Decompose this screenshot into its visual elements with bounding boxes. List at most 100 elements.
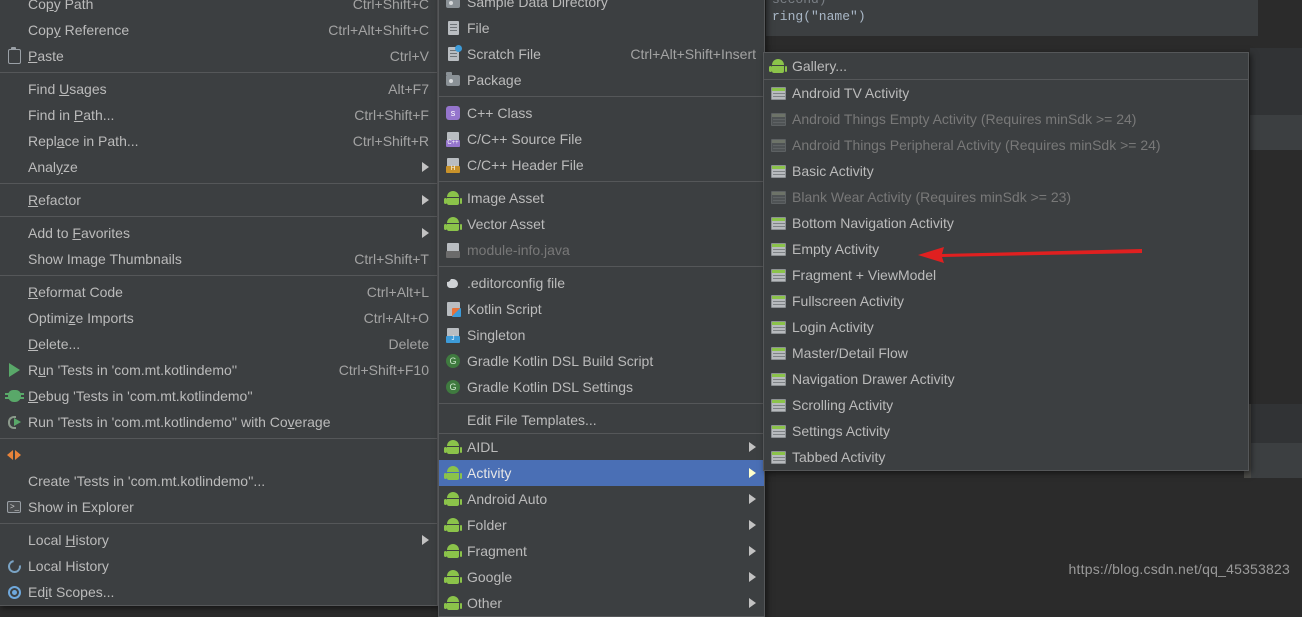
- menu-item-create-tests-config[interactable]: [0, 442, 437, 468]
- menu-item-delete[interactable]: Delete... Delete: [0, 331, 437, 357]
- menu-item-copy-reference[interactable]: Copy Reference Ctrl+Alt+Shift+C: [0, 17, 437, 43]
- menu-item-label: Copy Path: [28, 0, 94, 12]
- menu-item-android-auto[interactable]: Android Auto: [439, 486, 764, 512]
- menu-item-android-things-empty-activity[interactable]: Android Things Empty Activity (Requires …: [764, 106, 1248, 132]
- menu-item-label: Run 'Tests in 'com.mt.kotlindemo'' with …: [28, 414, 331, 430]
- menu-item-refactor[interactable]: Refactor: [0, 187, 437, 213]
- menu-item-show-image-thumbnails[interactable]: Show Image Thumbnails Ctrl+Shift+T: [0, 246, 437, 272]
- menu-item-navigation-drawer-activity[interactable]: Navigation Drawer Activity: [764, 366, 1248, 392]
- menu-item-edit-file-templates[interactable]: Edit File Templates...: [439, 407, 764, 433]
- menu-item-run-with-coverage[interactable]: Run 'Tests in 'com.mt.kotlindemo'' with …: [0, 409, 437, 435]
- background-code-line-1: second): [772, 0, 827, 7]
- menu-item-settings-activity[interactable]: Settings Activity: [764, 418, 1248, 444]
- menu-item-aidl[interactable]: AIDL: [439, 434, 764, 460]
- menu-item-file[interactable]: File: [439, 15, 764, 41]
- menu-item-label: Edit Scopes...: [28, 584, 115, 600]
- menu-item-bottom-navigation-activity[interactable]: Bottom Navigation Activity: [764, 210, 1248, 236]
- activity-icon: [764, 184, 792, 210]
- menu-item-copy-path[interactable]: Copy Path Ctrl+Shift+C: [0, 0, 437, 17]
- menu-item-label: C++ Class: [467, 105, 533, 121]
- menu-item-other[interactable]: Other: [439, 590, 764, 616]
- menu-item-cpp-class[interactable]: s C++ Class: [439, 100, 764, 126]
- menu-item-label: File: [467, 20, 490, 36]
- menu-item-package[interactable]: Package: [439, 67, 764, 93]
- menu-item-singleton[interactable]: J Singleton: [439, 322, 764, 348]
- submenu-chevron-icon: [749, 520, 756, 530]
- editor-context-menu[interactable]: Copy Path Ctrl+Shift+C Copy Reference Ct…: [0, 0, 438, 606]
- activity-templates-submenu[interactable]: Gallery... Android TV Activity Android T…: [763, 52, 1249, 471]
- clipboard-icon: [0, 43, 28, 69]
- menu-item-basic-activity[interactable]: Basic Activity: [764, 158, 1248, 184]
- editorconfig-icon: [439, 270, 467, 296]
- menu-separator: [439, 96, 764, 97]
- android-icon: [439, 185, 467, 211]
- submenu-chevron-icon: [422, 228, 429, 238]
- no-icon: [0, 76, 28, 102]
- menu-item-find-usages[interactable]: Find Usages Alt+F7: [0, 76, 437, 102]
- menu-item-scratch-file[interactable]: Scratch File Ctrl+Alt+Shift+Insert: [439, 41, 764, 67]
- menu-item-label: Empty Activity: [792, 241, 880, 257]
- menu-item-master-detail-flow[interactable]: Master/Detail Flow: [764, 340, 1248, 366]
- menu-item-find-in-path[interactable]: Find in Path... Ctrl+Shift+F: [0, 102, 437, 128]
- menu-item-folder[interactable]: Folder: [439, 512, 764, 538]
- editor-strip-1: [1250, 36, 1302, 48]
- menu-item-local-history[interactable]: Local History: [0, 527, 437, 553]
- menu-item-synchronize[interactable]: Local History: [0, 553, 437, 579]
- menu-item-optimize-imports[interactable]: Optimize Imports Ctrl+Alt+O: [0, 305, 437, 331]
- new-submenu[interactable]: Sample Data Directory File Scratch File …: [438, 0, 765, 617]
- menu-item-android-things-peripheral-activity[interactable]: Android Things Peripheral Activity (Requ…: [764, 132, 1248, 158]
- menu-item-accelerator: Ctrl+Shift+T: [354, 251, 429, 267]
- menu-item-gradle-kotlin-dsl-settings[interactable]: G Gradle Kotlin DSL Settings: [439, 374, 764, 400]
- menu-item-fragment-viewmodel[interactable]: Fragment + ViewModel: [764, 262, 1248, 288]
- no-icon: [0, 468, 28, 494]
- menu-item-scrolling-activity[interactable]: Scrolling Activity: [764, 392, 1248, 418]
- menu-item-login-activity[interactable]: Login Activity: [764, 314, 1248, 340]
- activity-icon: [764, 392, 792, 418]
- submenu-chevron-icon: [422, 195, 429, 205]
- android-icon: [439, 590, 467, 616]
- menu-item-vector-asset[interactable]: Vector Asset: [439, 211, 764, 237]
- menu-item-gradle-kotlin-dsl-build-script[interactable]: G Gradle Kotlin DSL Build Script: [439, 348, 764, 374]
- menu-item-tabbed-activity[interactable]: Tabbed Activity: [764, 444, 1248, 470]
- menu-separator: [0, 216, 437, 217]
- menu-item-kotlin-script[interactable]: Kotlin Script: [439, 296, 764, 322]
- menu-item-edit-scopes[interactable]: Edit Scopes...: [0, 579, 437, 605]
- menu-item-analyze[interactable]: Analyze: [0, 154, 437, 180]
- menu-item-gallery[interactable]: Gallery...: [764, 53, 1248, 79]
- menu-item-empty-activity[interactable]: Empty Activity: [764, 236, 1248, 262]
- menu-item-run-tests[interactable]: Run 'Tests in 'com.mt.kotlindemo'' Ctrl+…: [0, 357, 437, 383]
- menu-item-reformat-code[interactable]: Reformat Code Ctrl+Alt+L: [0, 279, 437, 305]
- menu-item-google[interactable]: Google: [439, 564, 764, 590]
- menu-item-debug-tests[interactable]: Debug 'Tests in 'com.mt.kotlindemo'': [0, 383, 437, 409]
- menu-item-label: Basic Activity: [792, 163, 874, 179]
- menu-item-fragment[interactable]: Fragment: [439, 538, 764, 564]
- menu-item-label: Login Activity: [792, 319, 874, 335]
- menu-item-blank-wear-activity[interactable]: Blank Wear Activity (Requires minSdk >= …: [764, 184, 1248, 210]
- menu-item-fullscreen-activity[interactable]: Fullscreen Activity: [764, 288, 1248, 314]
- gradle-icon: G: [439, 348, 467, 374]
- menu-item-cpp-source-file[interactable]: C++ C/C++ Source File: [439, 126, 764, 152]
- menu-item-label: Activity: [467, 465, 512, 481]
- menu-item-module-info-java[interactable]: module-info.java: [439, 237, 764, 263]
- menu-item-label: module-info.java: [467, 242, 570, 258]
- editor-panel-right-3: [1250, 150, 1302, 404]
- menu-item-paste[interactable]: Paste Ctrl+V: [0, 43, 437, 69]
- menu-item-accelerator: Ctrl+Alt+L: [366, 284, 429, 300]
- menu-item-label: Tabbed Activity: [792, 449, 886, 465]
- menu-item-activity[interactable]: Activity: [439, 460, 764, 486]
- no-icon: [0, 279, 28, 305]
- menu-item-open-in-terminal[interactable]: >_ Show in Explorer: [0, 494, 437, 520]
- menu-item-label: Debug 'Tests in 'com.mt.kotlindemo'': [28, 388, 253, 404]
- menu-item-image-asset[interactable]: Image Asset: [439, 185, 764, 211]
- menu-item-replace-in-path[interactable]: Replace in Path... Ctrl+Shift+R: [0, 128, 437, 154]
- menu-item-label: Image Asset: [467, 190, 545, 206]
- menu-item-label: Show Image Thumbnails: [28, 251, 182, 267]
- menu-item-editorconfig-file[interactable]: .editorconfig file: [439, 270, 764, 296]
- activity-icon: [764, 262, 792, 288]
- menu-item-sample-data-directory[interactable]: Sample Data Directory: [439, 0, 764, 15]
- menu-item-show-in-explorer[interactable]: Create 'Tests in 'com.mt.kotlindemo''...: [0, 468, 437, 494]
- menu-item-add-to-favorites[interactable]: Add to Favorites: [0, 220, 437, 246]
- no-icon: [0, 187, 28, 213]
- menu-item-cpp-header-file[interactable]: H C/C++ Header File: [439, 152, 764, 178]
- menu-item-android-tv-activity[interactable]: Android TV Activity: [764, 80, 1248, 106]
